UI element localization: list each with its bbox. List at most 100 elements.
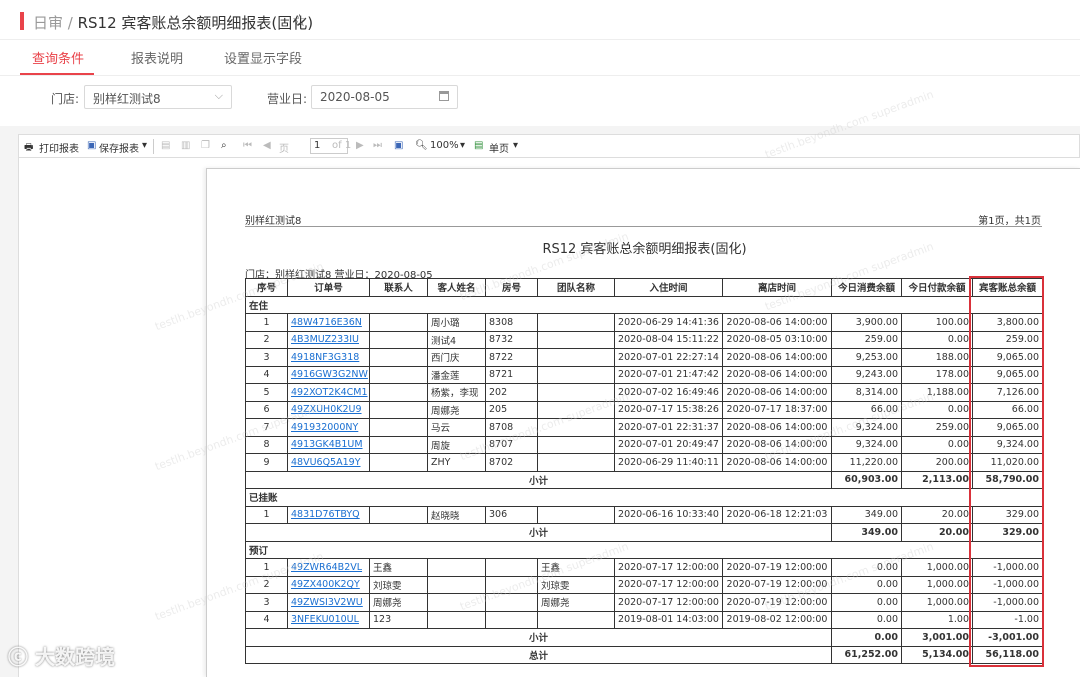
table-cell <box>537 383 615 402</box>
favorite-star-icon[interactable]: ☆ <box>292 11 307 31</box>
store-select[interactable]: 别样红测试8 ⌵ <box>84 85 232 109</box>
table-cell: 周小璐 <box>427 313 486 332</box>
group-header-row: 在住 <box>245 295 1043 314</box>
table-row: 5 492XOT2K4CM1 杨紫，李现 202 2020-07-02 16:49:46… <box>245 383 1043 402</box>
table-cell: 9,324.00 <box>831 435 902 454</box>
table-cell: 2020-07-17 15:38:26 <box>614 400 723 419</box>
table-cell: 2020-06-18 12:21:03 <box>722 505 832 524</box>
column-header: 订单号 <box>287 278 370 297</box>
zoom-level-select[interactable]: 100% <box>430 140 459 151</box>
copy-icon[interactable]: ❐ <box>201 140 210 151</box>
table-cell: 8708 <box>485 418 538 437</box>
table-cell <box>485 593 538 612</box>
group-name: 已挂账 <box>245 488 1043 507</box>
page-header: 日审 / RS12 宾客账总余额明细报表(固化) ☆ <box>0 0 1080 40</box>
print-icon[interactable]: 🖶 <box>24 140 33 157</box>
clipboard-icon[interactable]: ▥ <box>181 140 190 151</box>
header-accent-bar <box>20 12 24 30</box>
save-report-button[interactable]: 保存报表 <box>99 140 139 155</box>
tab-report-description[interactable]: 报表说明 <box>131 48 183 67</box>
order-number-link[interactable]: 4831D76TBYQ <box>287 505 370 524</box>
order-number-link[interactable]: 48W4716E36N <box>287 313 370 332</box>
order-number-link[interactable]: 491932000NY <box>287 418 370 437</box>
table-cell: 9,253.00 <box>831 348 902 367</box>
table-cell <box>537 505 615 524</box>
table-row: 2 49ZX400K2QY 刘琼雯 刘琼雯 2020-07-17 12:00:00 202… <box>245 575 1043 594</box>
order-number-link[interactable]: 49ZX400K2QY <box>287 575 370 594</box>
page-mode-icon[interactable]: ▤ <box>474 140 483 151</box>
subtotal-row: 小计 0.00 3,001.00 -3,001.00 <box>245 628 1043 647</box>
view-mode-chevron-icon[interactable]: ▾ <box>513 140 518 151</box>
last-page-icon[interactable]: ⏭ <box>373 140 382 151</box>
table-cell: 2019-08-01 14:03:00 <box>614 610 723 629</box>
query-panel: 查询条件 报表说明 设置显示字段 门店: 别样红测试8 ⌵ 营业日: 2020-… <box>0 40 1080 126</box>
table-cell: 7 <box>245 418 288 437</box>
next-page-icon[interactable]: ▶ <box>356 140 364 151</box>
table-cell: 2 <box>245 575 288 594</box>
subtotal-label: 小计 <box>245 628 832 647</box>
zoom-dropdown-chevron-icon[interactable]: ▾ <box>460 140 465 151</box>
export-icon[interactable]: ▤ <box>161 140 170 151</box>
save-icon[interactable]: ▣ <box>87 140 96 151</box>
report-viewer[interactable]: 别样红测试8 第1页，共1页 RS12 宾客账总余额明细报表(固化) 门店：别样… <box>18 158 1080 677</box>
tab-query-conditions[interactable]: 查询条件 <box>32 48 84 67</box>
order-number-link[interactable]: 4916GW3G2NW <box>287 365 370 384</box>
column-header: 今日消费余額 <box>831 278 902 297</box>
order-number-link[interactable]: 49ZXUH0K2U9 <box>287 400 370 419</box>
report-toolbar: 🖶 打印报表 ▣ 保存报表 ▾ ▤ ▥ ❐ ⌕ ⏮ ◀ 页 1 of 1 ▶ ⏭… <box>18 134 1080 158</box>
order-number-link[interactable]: 3NFEKU010UL <box>287 610 370 629</box>
order-number-link[interactable]: 492XOT2K4CM1 <box>287 383 370 402</box>
order-number-link[interactable]: 4918NF3G318 <box>287 348 370 367</box>
tab-display-fields[interactable]: 设置显示字段 <box>224 48 302 67</box>
first-page-icon[interactable]: ⏮ <box>243 140 252 151</box>
table-cell <box>537 348 615 367</box>
previous-page-icon[interactable]: ◀ <box>263 140 271 151</box>
save-dropdown-chevron-icon[interactable]: ▾ <box>142 140 147 151</box>
table-cell: 3,800.00 <box>972 313 1043 332</box>
table-cell: 1 <box>245 505 288 524</box>
view-mode-select[interactable]: 单页 <box>489 140 509 155</box>
table-cell: ZHY <box>427 453 486 472</box>
page-title: RS12 宾客账总余额明细报表(固化) <box>77 14 314 32</box>
table-cell: 3 <box>245 593 288 612</box>
table-cell: 4 <box>245 365 288 384</box>
fit-page-icon[interactable]: ▣ <box>394 140 403 151</box>
column-header: 序号 <box>245 278 288 297</box>
table-cell <box>369 313 428 332</box>
table-cell: 0.00 <box>831 575 902 594</box>
table-cell: 205 <box>485 400 538 419</box>
table-cell: 6 <box>245 400 288 419</box>
table-cell <box>427 610 486 629</box>
table-cell: 3 <box>245 348 288 367</box>
business-date-input[interactable]: 2020-08-05 <box>311 85 458 109</box>
order-number-link[interactable]: 49ZWSI3V2WU <box>287 593 370 612</box>
calendar-icon <box>439 91 449 101</box>
breadcrumb-section[interactable]: 日审 <box>33 14 63 32</box>
table-cell <box>537 418 615 437</box>
zoom-icon[interactable]: 🔍︎ <box>415 140 428 151</box>
table-cell: 0.00 <box>901 435 973 454</box>
grand-total-pay: 5,134.00 <box>901 645 973 664</box>
table-cell: 9,243.00 <box>831 365 902 384</box>
print-report-button[interactable]: 打印报表 <box>39 140 79 155</box>
table-cell <box>485 610 538 629</box>
order-number-link[interactable]: 4913GK4B1UM <box>287 435 370 454</box>
order-number-link[interactable]: 49ZWR64B2VL <box>287 558 370 577</box>
column-header: 联系人 <box>369 278 428 297</box>
table-cell: 2020-08-06 14:00:00 <box>722 383 832 402</box>
order-number-link[interactable]: 48VU6Q5A19Y <box>287 453 370 472</box>
table-cell: 杨紫，李现 <box>427 383 486 402</box>
find-binoculars-icon[interactable]: ⌕ <box>221 140 227 151</box>
report-header-rule <box>245 226 1042 227</box>
table-cell: 2020-07-01 20:49:47 <box>614 435 723 454</box>
table-row: 2 4B3MUZ233IU 测试4 8732 2020-08-04 15:11:22 20… <box>245 330 1043 349</box>
table-cell: 周娜尧 <box>369 593 428 612</box>
column-header: 客人姓名 <box>427 278 486 297</box>
order-number-link[interactable]: 4B3MUZ233IU <box>287 330 370 349</box>
group-header-row: 已挂账 <box>245 488 1043 507</box>
report-page: 别样红测试8 第1页，共1页 RS12 宾客账总余额明细报表(固化) 门店：别样… <box>206 168 1080 677</box>
table-cell: 2019-08-02 12:00:00 <box>722 610 832 629</box>
table-cell <box>427 575 486 594</box>
table-cell: -1,000.00 <box>972 558 1043 577</box>
table-cell <box>369 418 428 437</box>
